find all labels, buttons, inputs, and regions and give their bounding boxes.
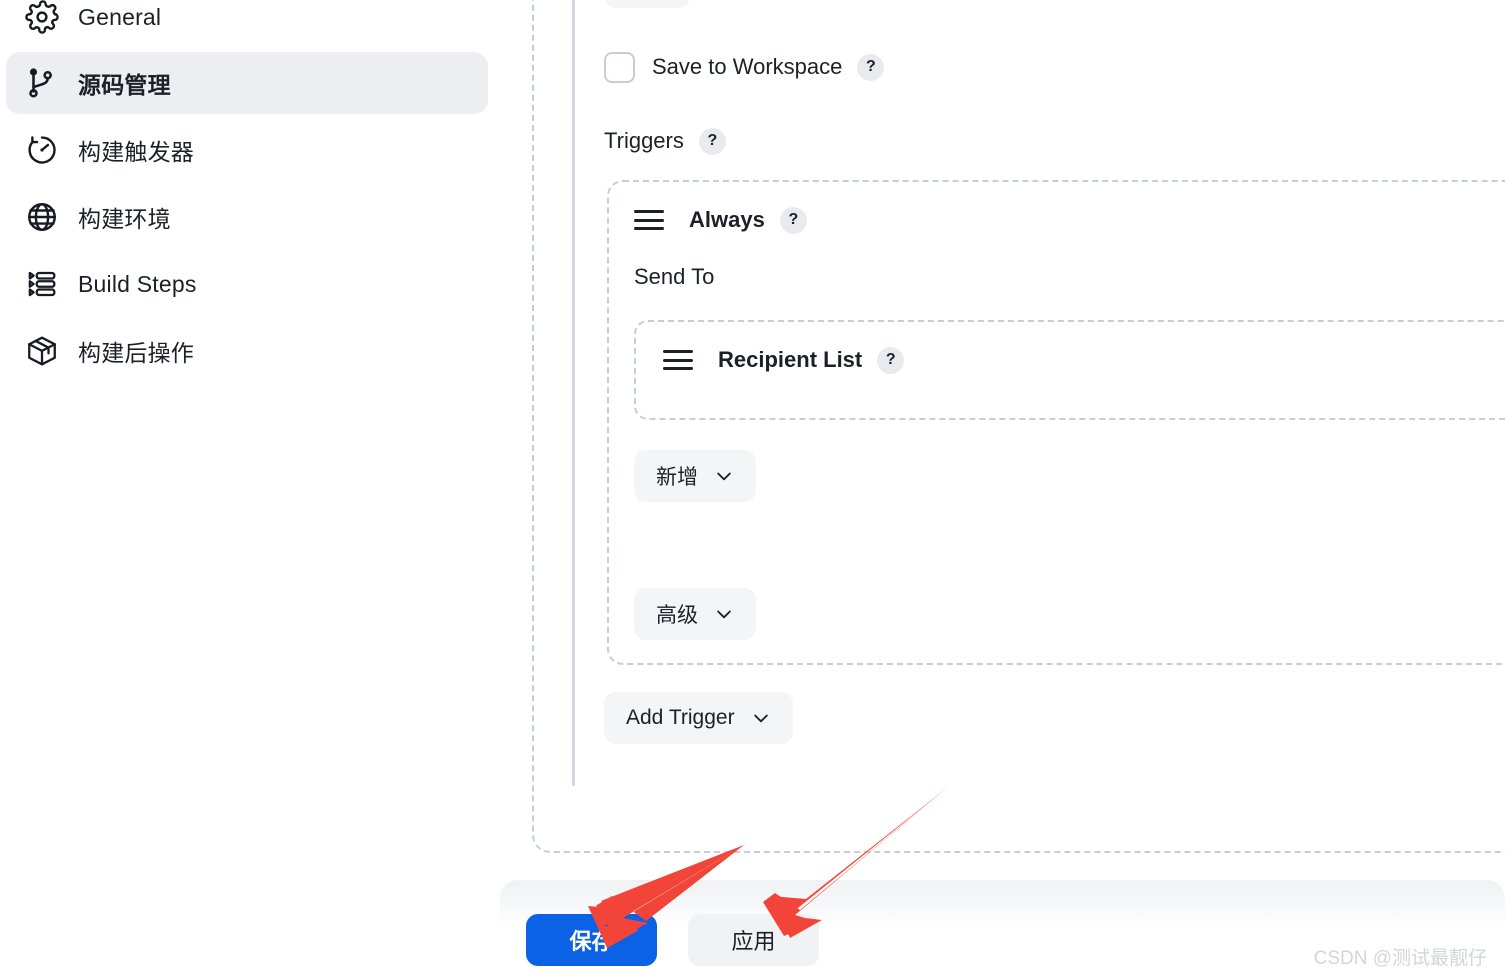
recipient-list-block: Recipient List ? — [634, 320, 1505, 420]
watermark: CSDN @测试最靓仔 — [1313, 948, 1487, 969]
help-icon[interactable]: ? — [779, 206, 807, 234]
timer-icon — [22, 130, 62, 170]
sidebar-item-build-triggers[interactable]: 构建触发器 — [6, 119, 488, 181]
advanced-dropdown-button[interactable]: 高级 — [634, 588, 756, 640]
save-to-workspace-label: Save to Workspace — [652, 54, 843, 79]
gear-icon — [22, 0, 62, 37]
sidebar-item-source-code-management[interactable]: 源码管理 — [6, 52, 488, 114]
help-icon[interactable]: ? — [857, 53, 885, 81]
recipient-list-title: Recipient List — [718, 347, 863, 372]
config-main-pane: Save to Workspace ? Triggers ? Always ? … — [500, 0, 1505, 980]
chevron-down-icon — [714, 604, 734, 624]
always-block-header: Always ? — [634, 204, 807, 236]
sidebar-item-label: 源码管理 — [78, 72, 171, 98]
chevron-down-icon — [751, 708, 771, 728]
sidebar-item-label: General — [78, 3, 162, 30]
save-to-workspace-row: Save to Workspace ? — [604, 50, 885, 84]
add-trigger-dropdown-button[interactable]: Add Trigger — [604, 692, 793, 744]
save-to-workspace-checkbox[interactable] — [604, 51, 635, 83]
always-title: Always — [689, 207, 765, 232]
apply-button[interactable]: 应用 — [688, 914, 819, 966]
trigger-block-always: Always ? Send To Recipient List ? 新增 高级 — [607, 180, 1505, 665]
triggers-title: Triggers — [604, 128, 684, 153]
git-branch-icon — [22, 63, 62, 103]
drag-handle-icon[interactable] — [663, 350, 693, 370]
sidebar-item-label: 构建触发器 — [78, 139, 194, 165]
section-rail-divider — [572, 0, 575, 786]
partial-pill-button-above[interactable] — [604, 0, 690, 8]
triggers-section-header: Triggers ? — [604, 125, 726, 157]
app-root: General 源码管理 构建触发器 构建环境 Build Steps 构建后操… — [0, 0, 1505, 980]
help-icon[interactable]: ? — [698, 127, 726, 155]
sidebar-item-build-environment[interactable]: 构建环境 — [6, 186, 488, 248]
help-icon[interactable]: ? — [877, 346, 905, 374]
sidebar-item-build-steps[interactable]: Build Steps — [6, 253, 488, 315]
footer-action-group: 保存 应用 — [526, 914, 819, 966]
add-recipient-dropdown-button[interactable]: 新增 — [634, 450, 756, 502]
sidebar-item-general[interactable]: General — [6, 0, 488, 48]
globe-icon — [22, 197, 62, 237]
drag-handle-icon[interactable] — [634, 210, 664, 230]
chevron-down-icon — [714, 466, 734, 486]
package-icon — [22, 331, 62, 371]
list-steps-icon — [22, 264, 62, 304]
advanced-label: 高级 — [656, 604, 698, 627]
settings-sidebar: General 源码管理 构建触发器 构建环境 Build Steps 构建后操… — [0, 0, 500, 980]
sidebar-item-label: 构建环境 — [78, 206, 171, 232]
recipient-list-header: Recipient List ? — [663, 344, 905, 376]
add-recipient-label: 新增 — [656, 466, 698, 489]
sidebar-item-label: Build Steps — [78, 270, 197, 297]
sidebar-item-label: 构建后操作 — [78, 340, 194, 366]
send-to-label: Send To — [634, 264, 715, 289]
sidebar-item-post-build-actions[interactable]: 构建后操作 — [6, 320, 488, 382]
save-button[interactable]: 保存 — [526, 914, 657, 966]
add-trigger-label: Add Trigger — [626, 706, 735, 729]
